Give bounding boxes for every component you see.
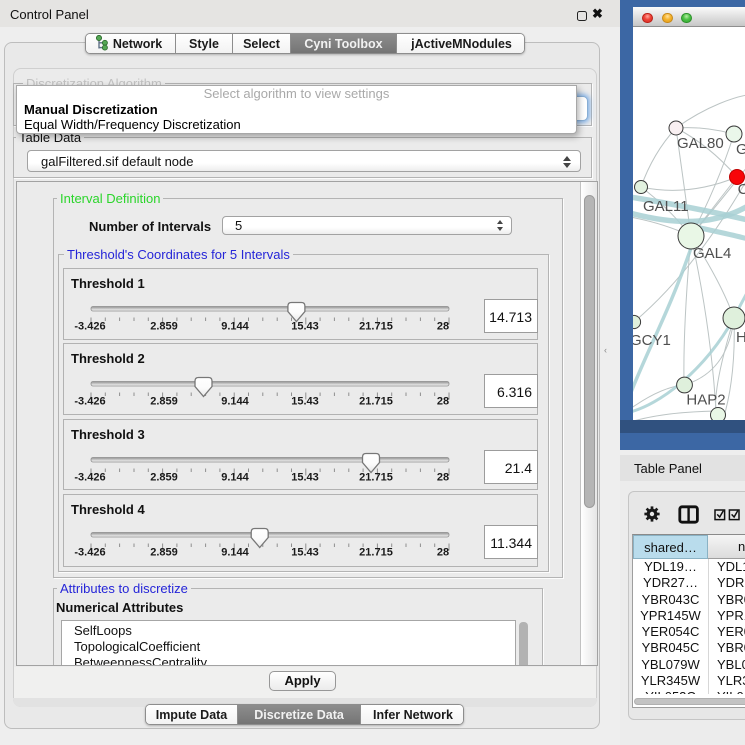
svg-text:28: 28 <box>437 396 449 408</box>
svg-text:H: H <box>736 329 745 346</box>
svg-text:15.43: 15.43 <box>291 472 319 484</box>
svg-text:GAL80: GAL80 <box>677 135 724 152</box>
svg-text:2.859: 2.859 <box>150 547 178 559</box>
svg-text:21.715: 21.715 <box>359 472 393 484</box>
svg-text:28: 28 <box>437 321 449 333</box>
svg-text:GAL4: GAL4 <box>693 245 731 262</box>
svg-text:G.: G. <box>736 141 745 158</box>
svg-text:-3.426: -3.426 <box>74 547 105 559</box>
svg-text:GCY1: GCY1 <box>633 332 671 349</box>
svg-text:21.715: 21.715 <box>359 396 393 408</box>
svg-text:9.144: 9.144 <box>221 321 249 333</box>
svg-text:2.859: 2.859 <box>150 472 178 484</box>
svg-text:15.43: 15.43 <box>291 547 319 559</box>
svg-text:21.715: 21.715 <box>359 547 393 559</box>
svg-text:GAL11: GAL11 <box>643 198 689 215</box>
svg-text:-3.426: -3.426 <box>74 321 105 333</box>
svg-text:15.43: 15.43 <box>291 396 319 408</box>
svg-text:-3.426: -3.426 <box>74 472 105 484</box>
svg-text:9.144: 9.144 <box>221 547 249 559</box>
svg-text:28: 28 <box>437 472 449 484</box>
svg-text:2.859: 2.859 <box>150 321 178 333</box>
svg-text:21.715: 21.715 <box>359 321 393 333</box>
svg-text:HAP2: HAP2 <box>686 391 725 408</box>
svg-text:C: C <box>738 181 745 198</box>
svg-text:9.144: 9.144 <box>221 396 249 408</box>
svg-text:2.859: 2.859 <box>150 396 178 408</box>
svg-text:9.144: 9.144 <box>221 472 249 484</box>
svg-text:-3.426: -3.426 <box>74 396 105 408</box>
svg-text:15.43: 15.43 <box>291 321 319 333</box>
svg-text:28: 28 <box>437 547 449 559</box>
